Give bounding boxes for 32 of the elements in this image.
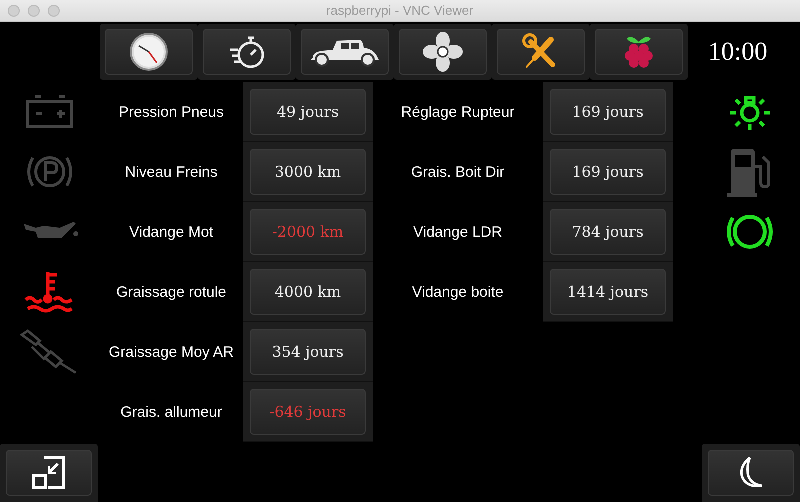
nav-button[interactable] bbox=[399, 29, 487, 75]
maintenance-label: Niveau Freins bbox=[124, 164, 219, 180]
nav-button[interactable] bbox=[105, 29, 193, 75]
raspberry-icon bbox=[623, 34, 655, 70]
fan-icon bbox=[423, 32, 463, 72]
maintenance-label: Vidange Mot bbox=[128, 224, 214, 240]
maintenance-label: Vidange LDR bbox=[412, 224, 504, 240]
value-button[interactable]: 169 jours bbox=[550, 88, 666, 134]
resize-icon bbox=[32, 456, 66, 490]
maintenance-label: Pression Pneus bbox=[118, 104, 226, 120]
value-button[interactable]: 354 jours bbox=[250, 328, 366, 374]
maintenance-label: Graissage rotule bbox=[115, 284, 228, 300]
value-button[interactable]: 4000 km bbox=[250, 268, 366, 314]
maintenance-label: Grais. allumeur bbox=[120, 404, 224, 420]
value-button[interactable]: 784 jours bbox=[550, 208, 666, 254]
value-button[interactable]: 49 jours bbox=[250, 88, 366, 134]
clock-time: 10:00 bbox=[707, 37, 769, 67]
maintenance-label: Réglage Rupteur bbox=[400, 104, 516, 120]
maintenance-label: Graissage Moy AR bbox=[108, 344, 236, 360]
window-title: raspberrypi - VNC Viewer bbox=[326, 3, 474, 18]
value-button[interactable]: 3000 km bbox=[250, 148, 366, 194]
maintenance-label: Vidange boite bbox=[411, 284, 505, 300]
value-button[interactable]: 1414 jours bbox=[550, 268, 666, 314]
night-mode-button[interactable] bbox=[708, 450, 794, 496]
nav-button[interactable] bbox=[497, 29, 585, 75]
nav-button[interactable] bbox=[203, 29, 291, 75]
nav-button[interactable] bbox=[301, 29, 389, 75]
moon-icon bbox=[738, 456, 764, 490]
clock-icon bbox=[129, 32, 169, 72]
maintenance-label: Grais. Boit Dir bbox=[410, 164, 506, 180]
value-button[interactable]: 169 jours bbox=[550, 148, 666, 194]
resize-button[interactable] bbox=[6, 450, 92, 496]
